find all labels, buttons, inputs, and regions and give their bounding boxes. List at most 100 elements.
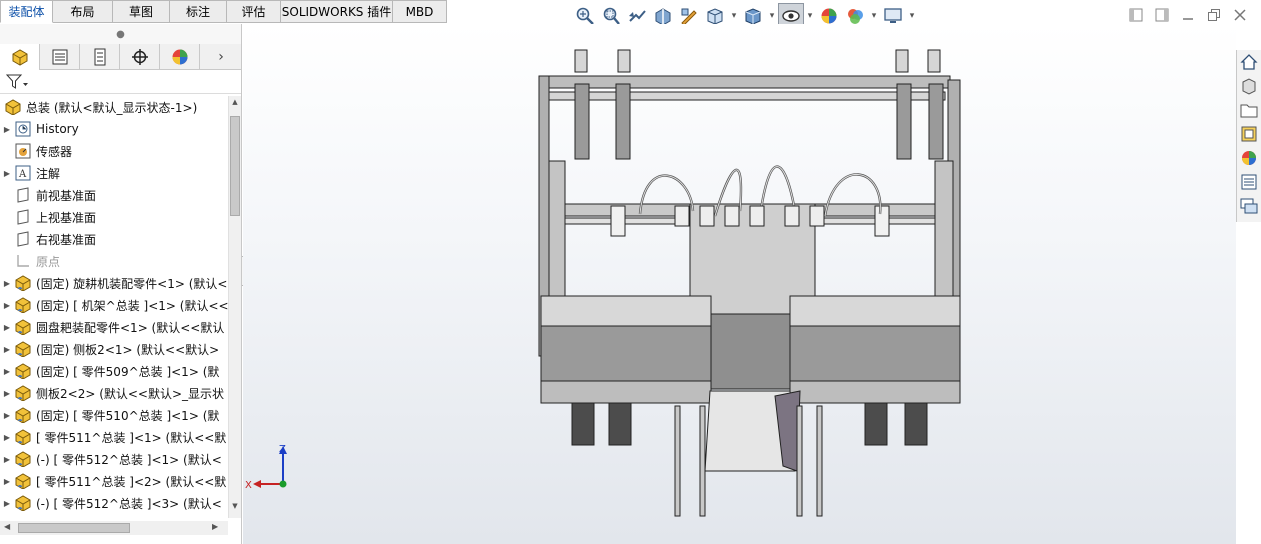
assembly-model-view[interactable] — [525, 46, 965, 521]
tree-item[interactable]: ▶ 圆盘耙装配零件<1> (默认<<默认 — [0, 316, 228, 338]
expand-arrow-icon[interactable]: ▶ — [0, 301, 14, 310]
tree-item[interactable]: ▶ (固定) 侧板2<1> (默认<<默认> — [0, 338, 228, 360]
tab-markup[interactable]: 标注 — [170, 0, 227, 23]
scroll-left-icon[interactable]: ◀ — [4, 522, 10, 531]
home-icon[interactable] — [1237, 50, 1261, 74]
tree-item-label: 传感器 — [36, 144, 73, 159]
tab-sketch[interactable]: 草图 — [113, 0, 170, 23]
subassembly-icon — [14, 362, 32, 380]
filter-icon[interactable] — [6, 74, 28, 90]
tree-item[interactable]: ▶ (-) [ 零件512^总装 ]<3> (默认< — [0, 492, 228, 514]
view-palette-icon[interactable] — [1237, 122, 1261, 146]
tree-item-label: 原点 — [36, 254, 61, 269]
scroll-thumb[interactable] — [18, 523, 130, 533]
expand-arrow-icon[interactable]: ▶ — [0, 433, 14, 442]
expand-arrow-icon[interactable]: ▶ — [0, 323, 14, 332]
tree-item[interactable]: 前视基准面 — [0, 184, 228, 206]
tree-item[interactable]: 传感器 — [0, 140, 228, 162]
tree-item-label: 圆盘耙装配零件<1> (默认<<默认 — [36, 320, 225, 335]
feature-manager-panel: ● › 总装 (默认<默认_显示状态-1>) ▶ History 传感器 ▶ A 注解 前视… — [0, 24, 242, 544]
scroll-up-icon[interactable]: ▲ — [229, 98, 241, 112]
tree-item[interactable]: ▶ (固定) 旋耕机装配零件<1> (默认< — [0, 272, 228, 294]
task-pane — [1236, 50, 1261, 222]
forum-icon[interactable] — [1237, 194, 1261, 218]
graphics-area[interactable]: Z X — [243, 24, 1236, 544]
expand-arrow-icon[interactable]: ▶ — [0, 125, 14, 134]
tab-evaluate[interactable]: 评估 — [227, 0, 281, 23]
annotation-icon: A — [14, 164, 32, 182]
tree-item-label: 侧板2<2> (默认<<默认>_显示状 — [36, 386, 225, 401]
scroll-thumb[interactable] — [230, 116, 240, 216]
tree-item[interactable]: 右视基准面 — [0, 228, 228, 250]
expand-arrow-icon[interactable]: ▶ — [0, 477, 14, 486]
subassembly-icon — [14, 450, 32, 468]
tree-horizontal-scrollbar[interactable]: ◀ ▶ — [0, 521, 228, 535]
custom-properties-icon[interactable] — [1237, 170, 1261, 194]
panel-grip-icon[interactable]: ● — [0, 24, 241, 44]
expand-arrow-icon[interactable]: ▶ — [0, 499, 14, 508]
expand-arrow-icon[interactable]: ▶ — [0, 169, 14, 178]
tree-item-label: [ 零件511^总装 ]<2> (默认<<默 — [36, 474, 227, 489]
tab-mbd[interactable]: MBD — [393, 0, 447, 23]
tab-solidworks-addins[interactable]: SOLIDWORKS 插件 — [281, 0, 393, 23]
tree-item[interactable]: ▶ (固定) [ 零件510^总装 ]<1> (默 — [0, 404, 228, 426]
file-explorer-icon[interactable] — [1237, 98, 1261, 122]
expand-arrow-icon[interactable]: ▶ — [0, 345, 14, 354]
subassembly-icon — [14, 472, 32, 490]
chevron-down-icon[interactable]: ▾ — [804, 11, 816, 21]
expand-arrow-icon[interactable]: ▶ — [0, 367, 14, 376]
chevron-down-icon[interactable]: ▾ — [766, 11, 778, 21]
subassembly-icon — [14, 428, 32, 446]
tree-item[interactable]: ▶ (固定) [ 零件509^总装 ]<1> (默 — [0, 360, 228, 382]
tile-right-icon[interactable] — [1149, 4, 1175, 26]
tree-item[interactable]: ▶ A 注解 — [0, 162, 228, 184]
plane-icon — [14, 208, 32, 226]
tree-root-label: 总装 (默认<默认_显示状态-1>) — [26, 100, 198, 115]
history-icon — [14, 120, 32, 138]
tree-item[interactable]: ▶ [ 零件511^总装 ]<1> (默认<<默 — [0, 426, 228, 448]
subassembly-icon — [14, 340, 32, 358]
tree-item[interactable]: ▶ (固定) [ 机架^总装 ]<1> (默认<< — [0, 294, 228, 316]
expand-arrow-icon[interactable]: ▶ — [0, 389, 14, 398]
minimize-icon[interactable] — [1175, 4, 1201, 26]
expand-arrow-icon[interactable]: ▶ — [0, 279, 14, 288]
displaymanager-icon[interactable] — [160, 44, 200, 70]
subassembly-icon — [14, 318, 32, 336]
expand-arrow-icon[interactable]: ▶ — [0, 411, 14, 420]
tree-item[interactable]: ▶ History — [0, 118, 228, 140]
propertymanager-icon[interactable] — [40, 44, 80, 70]
tree-item-label: (固定) [ 零件509^总装 ]<1> (默 — [36, 364, 220, 379]
featuremanager-icon[interactable] — [0, 44, 40, 70]
tree-item-label: (-) [ 零件512^总装 ]<1> (默认< — [36, 452, 222, 467]
subassembly-icon — [14, 406, 32, 424]
tree-item-label: (固定) [ 零件510^总装 ]<1> (默 — [36, 408, 220, 423]
scroll-down-icon[interactable]: ▼ — [229, 502, 241, 516]
tab-assembly[interactable]: 装配体 — [0, 0, 53, 23]
dimxpert-icon[interactable] — [120, 44, 160, 70]
scroll-right-icon[interactable]: ▶ — [212, 522, 218, 531]
tile-left-icon[interactable] — [1123, 4, 1149, 26]
close-icon[interactable] — [1227, 4, 1253, 26]
tree-root-assembly[interactable]: 总装 (默认<默认_显示状态-1>) — [0, 96, 228, 118]
chevron-down-icon[interactable]: ▾ — [728, 11, 740, 21]
chevron-down-icon[interactable]: ▾ — [868, 11, 880, 21]
tree-item[interactable]: 上视基准面 — [0, 206, 228, 228]
chevron-down-icon[interactable]: ▾ — [906, 11, 918, 21]
tree-item[interactable]: ▶ (-) [ 零件512^总装 ]<1> (默认< — [0, 448, 228, 470]
tree-item[interactable]: ▶ 侧板2<2> (默认<<默认>_显示状 — [0, 382, 228, 404]
tree-item[interactable]: 原点 — [0, 250, 228, 272]
chevron-right-icon[interactable]: › — [201, 44, 241, 69]
plane-icon — [14, 230, 32, 248]
tree-item[interactable]: ▶ [ 零件511^总装 ]<2> (默认<<默 — [0, 470, 228, 492]
expand-arrow-icon[interactable]: ▶ — [0, 455, 14, 464]
tree-filter[interactable] — [0, 70, 241, 94]
origin-icon — [14, 252, 32, 270]
tree-vertical-scrollbar[interactable]: ▲ ▼ — [228, 96, 241, 518]
configurationmanager-icon[interactable] — [80, 44, 120, 70]
tab-layout[interactable]: 布局 — [53, 0, 113, 23]
subassembly-icon — [14, 296, 32, 314]
sensor-icon — [14, 142, 32, 160]
design-library-icon[interactable] — [1237, 74, 1261, 98]
appearances-icon[interactable] — [1237, 146, 1261, 170]
restore-icon[interactable] — [1201, 4, 1227, 26]
